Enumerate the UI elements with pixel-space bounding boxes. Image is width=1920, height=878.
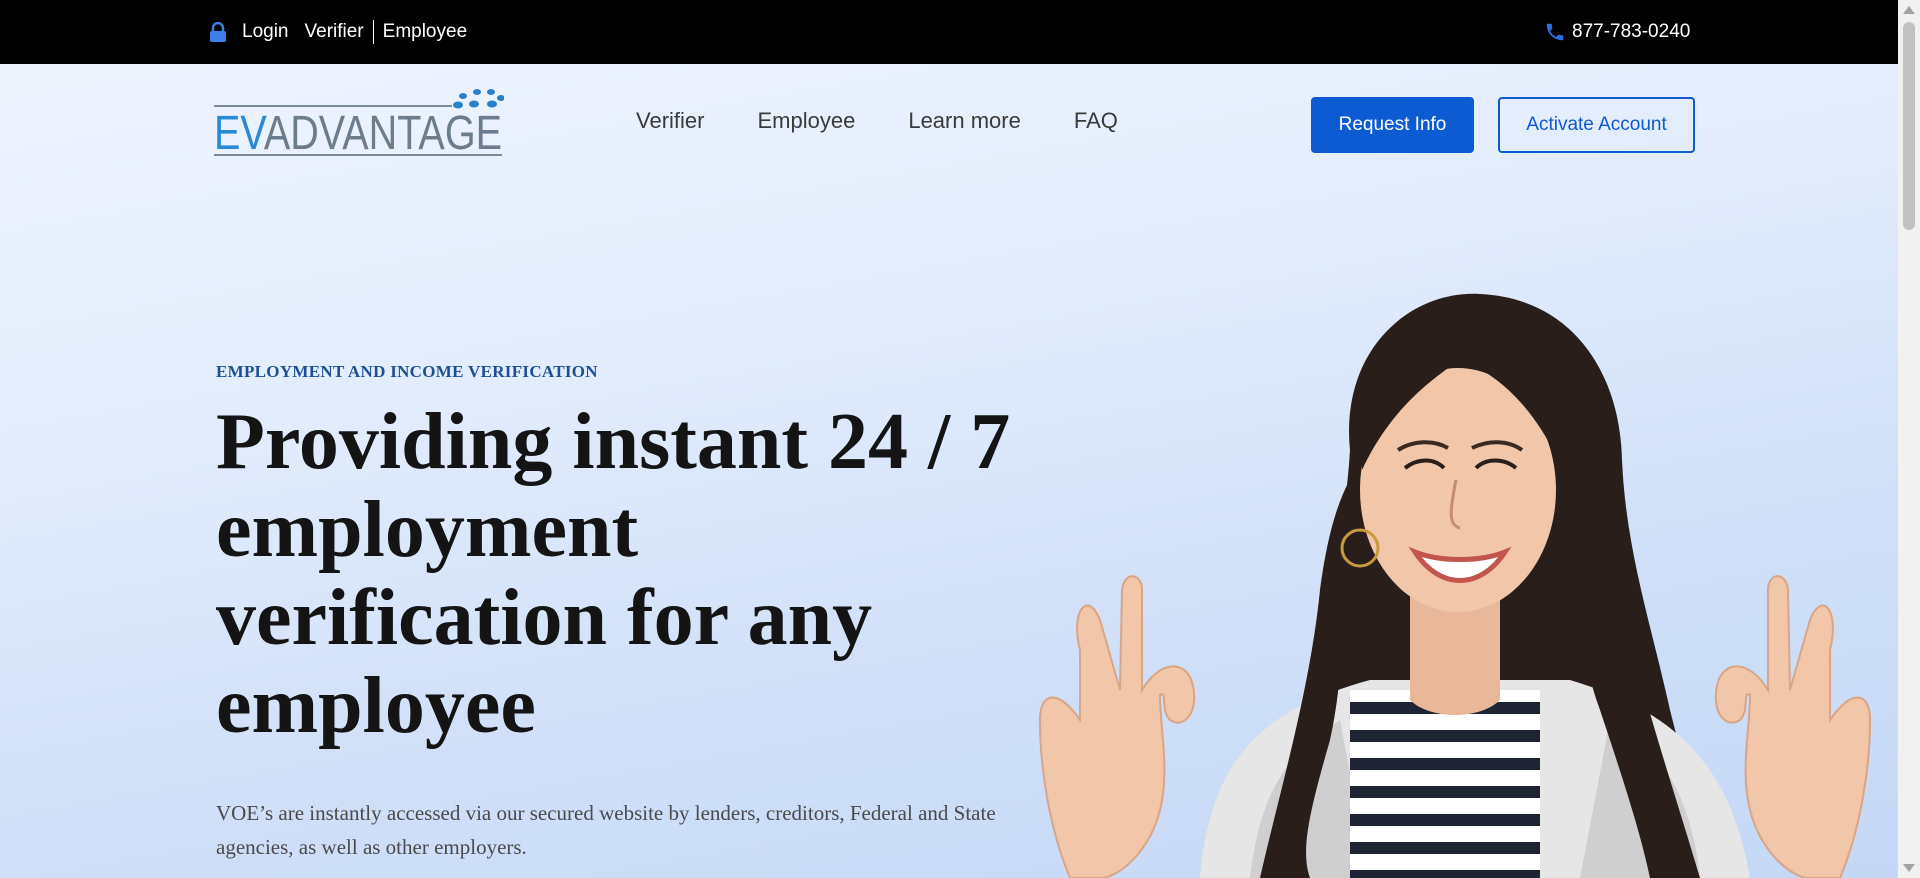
svg-text:EVADVANTAGE: EVADVANTAGE [214, 107, 502, 158]
scroll-thumb[interactable] [1903, 22, 1915, 230]
login-link[interactable]: Login [242, 21, 289, 43]
main-nav: Verifier Employee Learn more FAQ [636, 108, 1171, 134]
top-bar: Login Verifier Employee 877-783-0240 [0, 0, 1898, 64]
nav-verifier[interactable]: Verifier [636, 108, 704, 134]
nav-employee[interactable]: Employee [757, 108, 855, 134]
hero-eyebrow: EMPLOYMENT AND INCOME VERIFICATION [216, 362, 598, 381]
top-verifier-link[interactable]: Verifier [305, 21, 364, 43]
top-employee-link[interactable]: Employee [383, 21, 468, 43]
lock-icon [210, 22, 226, 42]
scroll-up-arrow-icon[interactable] [1903, 6, 1915, 14]
evadvantage-logo[interactable]: EVADVANTAGE [212, 88, 504, 158]
hero-description: VOE’s are instantly accessed via our sec… [216, 801, 996, 859]
nav-learn-more[interactable]: Learn more [908, 108, 1021, 134]
hero-woman-image [1038, 293, 1872, 878]
phone-icon [1546, 23, 1564, 41]
top-bar-divider [372, 20, 374, 44]
request-info-button[interactable]: Request Info [1311, 97, 1474, 153]
top-bar-links: Login Verifier Employee [209, 0, 467, 64]
phone-number: 877-783-0240 [1572, 21, 1691, 42]
page-scrollbar[interactable] [1898, 0, 1920, 878]
activate-account-button[interactable]: Activate Account [1498, 97, 1695, 153]
hero-headline: Providing instant 24 / 7 employment veri… [216, 398, 1011, 750]
scroll-down-arrow-icon[interactable] [1903, 864, 1915, 872]
phone-contact[interactable]: 877-783-0240 [1544, 0, 1690, 64]
nav-faq[interactable]: FAQ [1074, 108, 1118, 134]
